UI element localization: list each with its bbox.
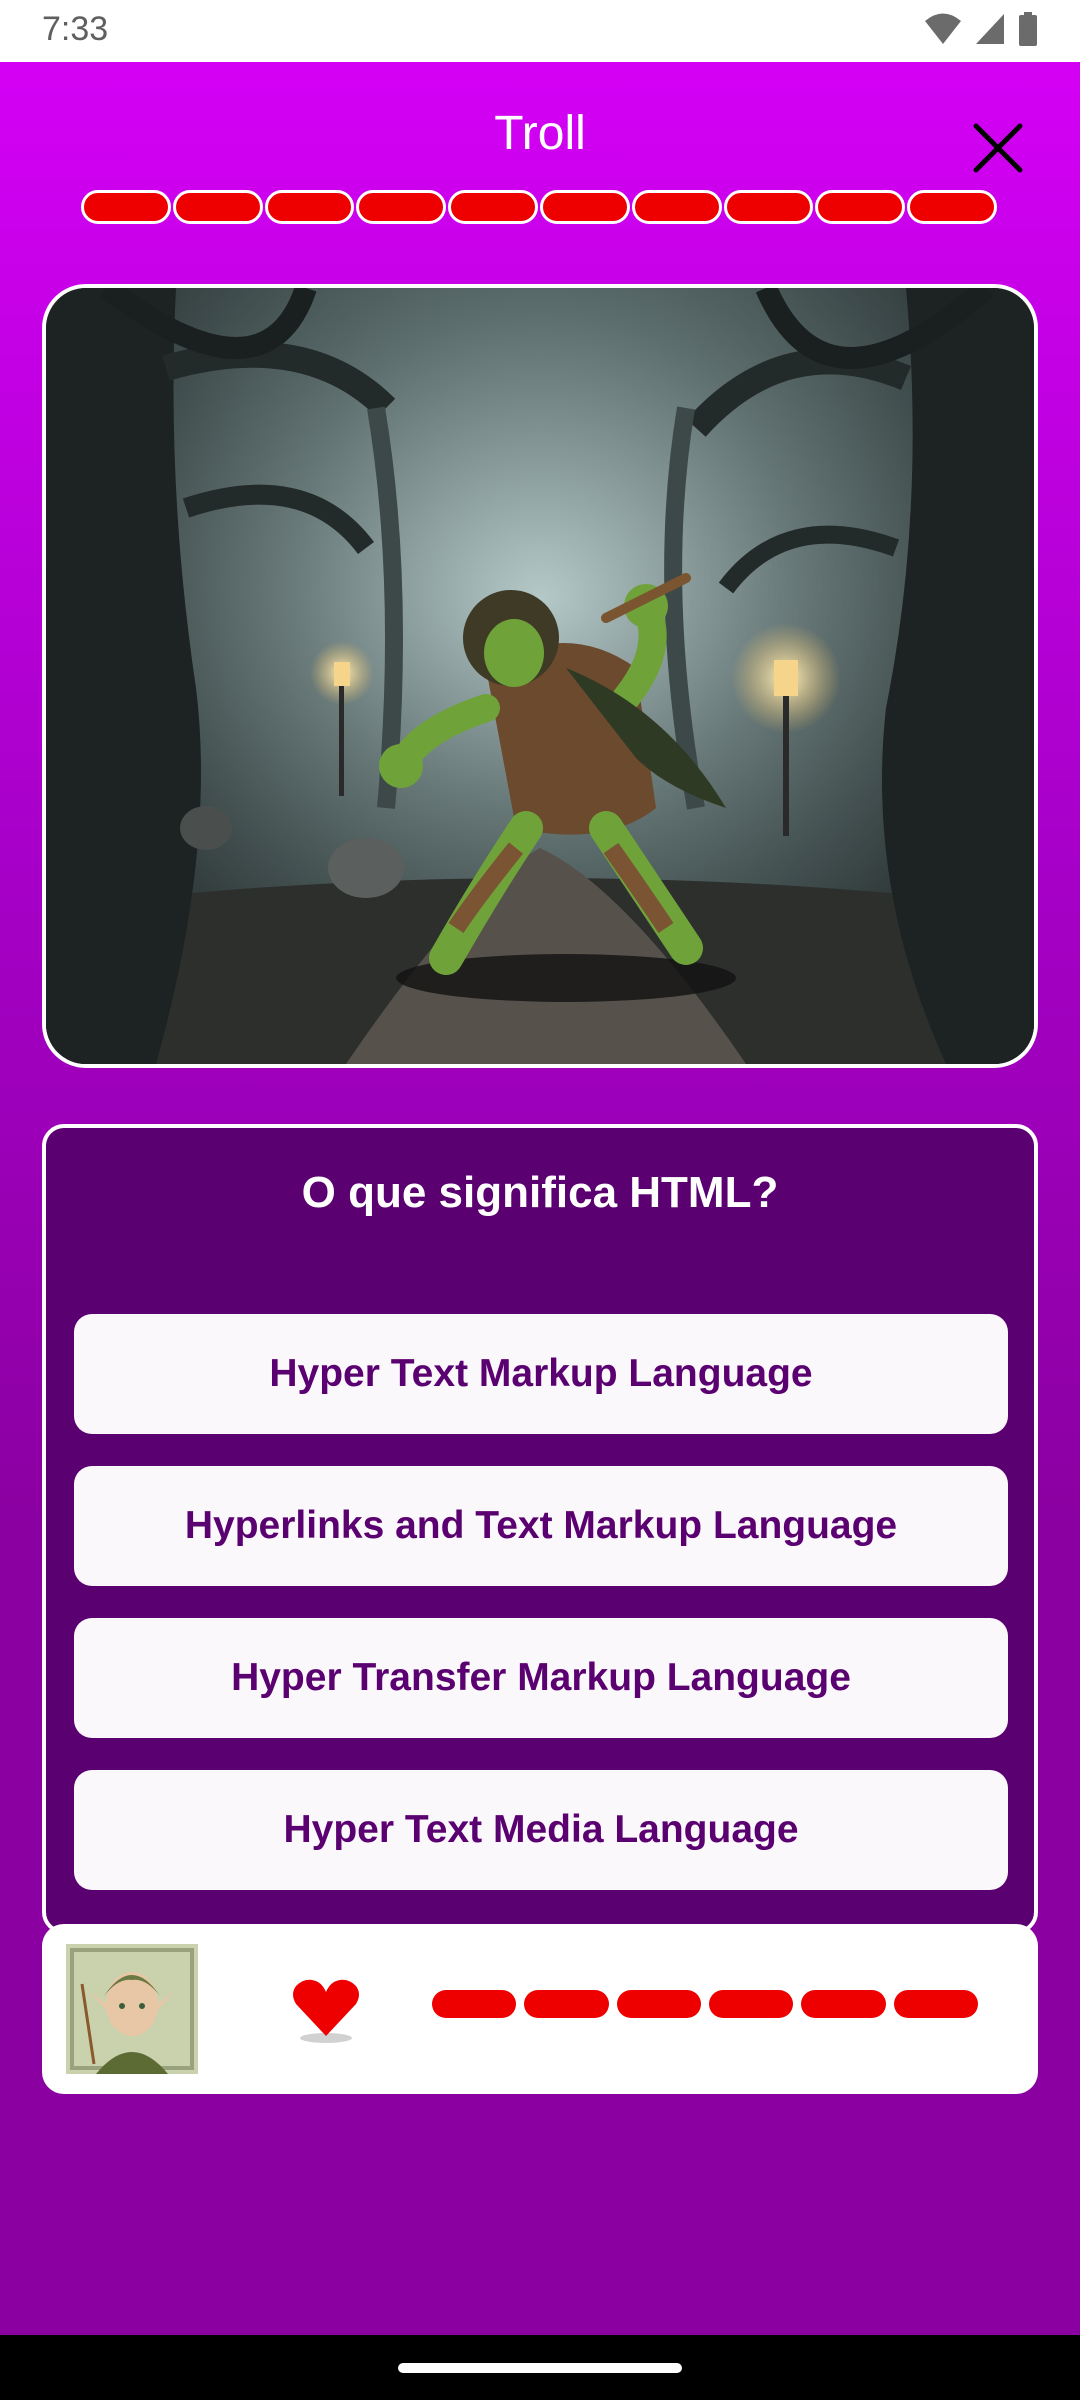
status-time: 7:33 — [42, 10, 109, 48]
wifi-icon — [925, 13, 961, 44]
enemy-health-segment — [448, 190, 538, 224]
cellular-signal-icon — [976, 14, 1004, 44]
enemy-health-segment — [264, 190, 355, 224]
troll-illustration — [46, 288, 1034, 1064]
enemy-health-segment — [907, 190, 997, 224]
enemy-health-segment — [631, 190, 722, 224]
enemy-health-segment — [815, 190, 906, 224]
status-icons — [924, 12, 1038, 46]
answer-button-2[interactable]: Hyperlinks and Text Markup Language — [74, 1466, 1008, 1586]
elf-archer-avatar — [66, 1944, 198, 2074]
player-avatar — [66, 1944, 198, 2074]
battery-icon — [1019, 12, 1037, 46]
answer-button-1[interactable]: Hyper Text Markup Language — [74, 1314, 1008, 1434]
player-health-segment — [893, 1990, 978, 2018]
system-navigation-bar — [0, 2335, 1080, 2400]
enemy-health-segment — [356, 190, 447, 224]
enemy-health-segment — [539, 190, 630, 224]
status-bar: 7:33 — [0, 0, 1080, 62]
player-status-bar — [42, 1924, 1038, 2094]
player-health-segment — [616, 1990, 701, 2018]
enemy-name: Troll — [494, 107, 586, 160]
question-card: O que significa HTML? Hyper Text Markup … — [42, 1124, 1038, 1934]
enemy-health-bar — [80, 190, 998, 228]
player-health-segment — [708, 1990, 794, 2018]
player-health-segment — [801, 1990, 886, 2018]
player-health-segment — [524, 1990, 609, 2018]
player-health-segment — [432, 1990, 517, 2018]
close-icon[interactable] — [966, 116, 1030, 180]
answer-button-4[interactable]: Hyper Text Media Language — [74, 1770, 1008, 1890]
home-gesture-handle[interactable] — [398, 2363, 682, 2373]
battle-screen: Troll O que significa HTML? Hyper Text M… — [0, 62, 1080, 2335]
heart-icon — [293, 1979, 359, 2043]
player-health-bar — [432, 1990, 978, 2020]
question-text: O que significa HTML? — [301, 1168, 779, 1217]
answer-button-3[interactable]: Hyper Transfer Markup Language — [74, 1618, 1008, 1738]
enemy-health-segment — [723, 190, 814, 224]
scene-image — [42, 284, 1038, 1068]
enemy-health-segment — [81, 190, 171, 224]
enemy-health-segment — [172, 190, 263, 224]
